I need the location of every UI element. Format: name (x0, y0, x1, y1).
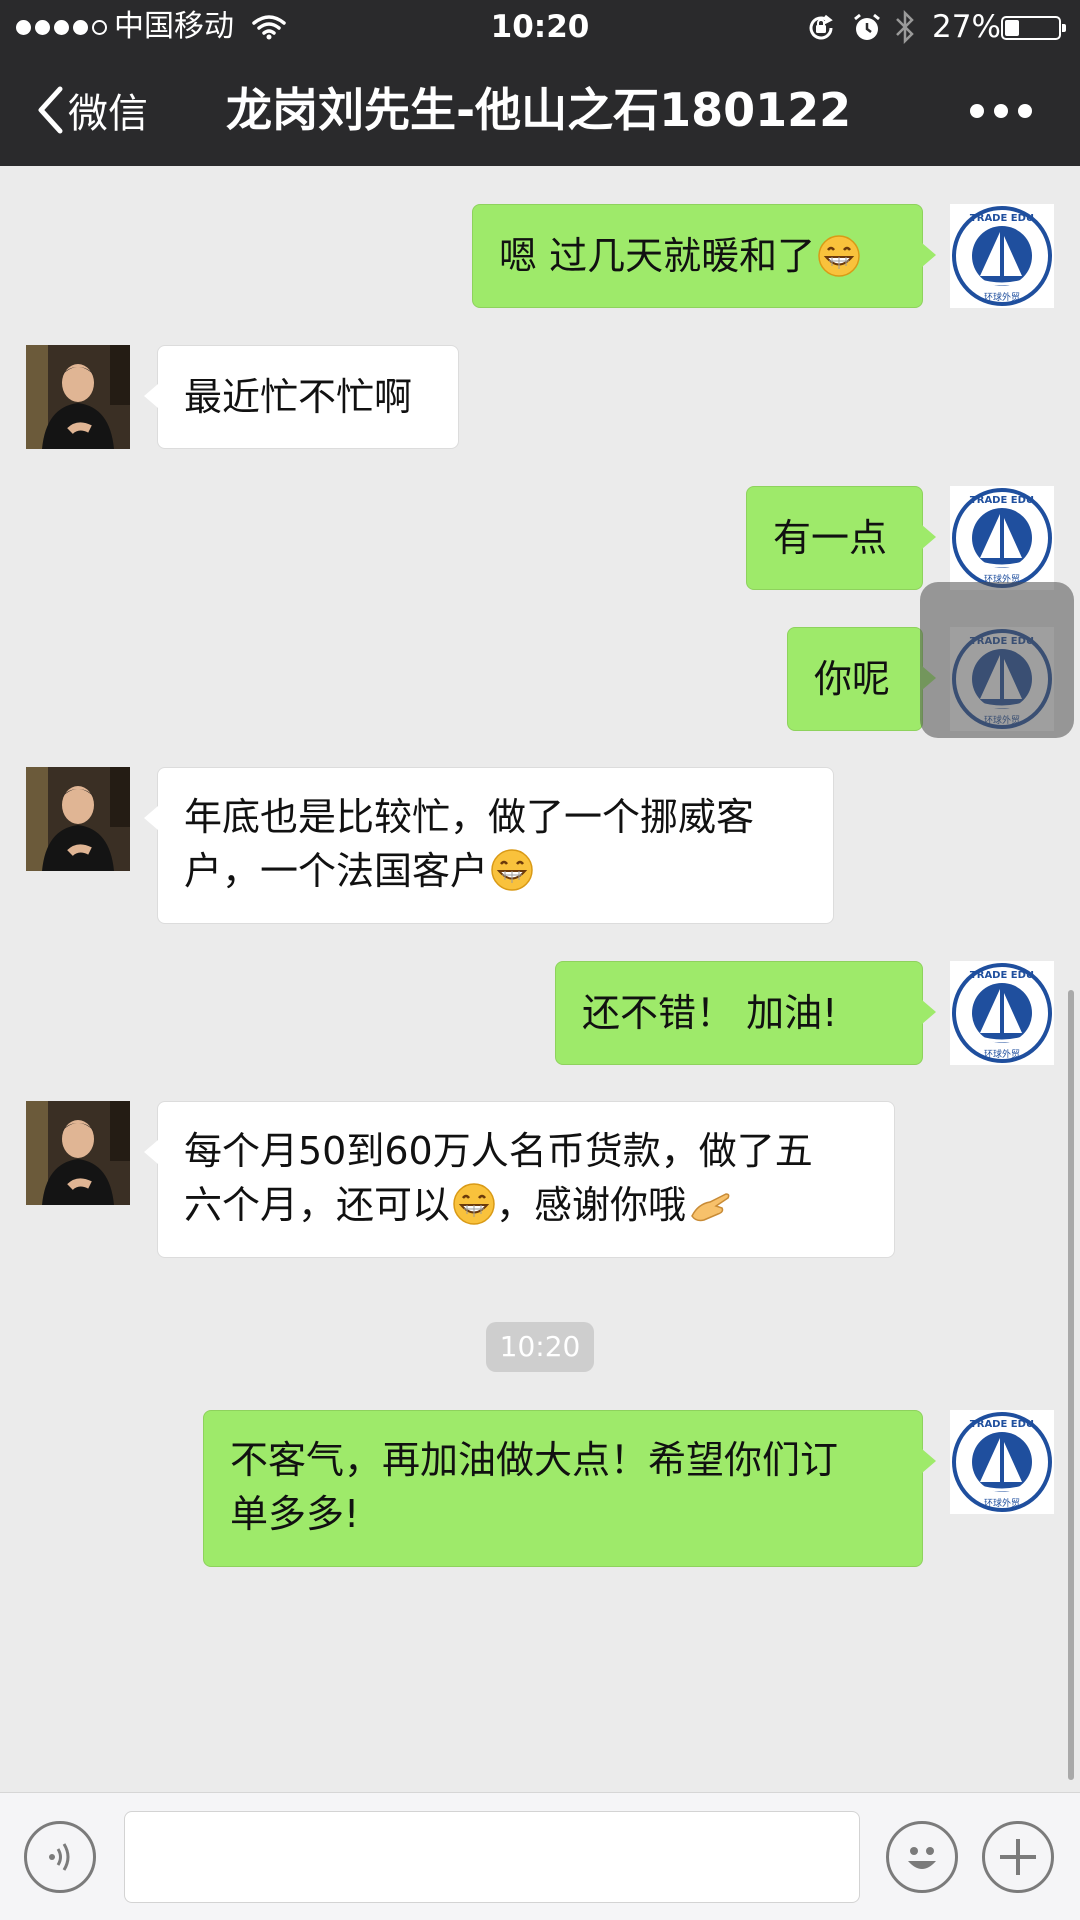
message-text-line: 单多多! (230, 1492, 360, 1536)
message-text: 你呢 (814, 657, 891, 701)
input-bar (0, 1792, 1080, 1920)
my-avatar[interactable] (950, 204, 1054, 308)
message-text-line: 六个月，还可以 ，感谢你哦 (184, 1178, 868, 1232)
message-text: 嗯 过几天就暖和了 (499, 234, 816, 278)
message-text-line: 每个月50到60万人名币货款，做了五 (184, 1129, 813, 1173)
status-time: 10:20 (490, 9, 590, 45)
my-avatar[interactable] (950, 486, 1054, 590)
message-text-line: 户，一个法国客户 (184, 844, 807, 898)
chat-scrollbar[interactable] (1068, 990, 1074, 1780)
message-bubble-self[interactable]: 不客气，再加油做大点！希望你们订 单多多! (203, 1410, 936, 1567)
back-button[interactable]: 微信 (36, 80, 148, 140)
battery-percentage: 27% (932, 9, 1001, 45)
message-text-line: 年底也是比较忙，做了一个挪威客 (184, 795, 755, 839)
grinning-face-emoji-icon (817, 234, 861, 278)
status-bar: 中国移动 10:20 27% (0, 0, 1080, 54)
chat-title: 龙岗刘先生-他山之石180122 (226, 83, 852, 137)
message-bubble-other[interactable]: 最近忙不忙啊 (144, 345, 459, 449)
navigation-bar: 微信 龙岗刘先生-他山之石180122 (0, 54, 1080, 166)
chevron-left-icon (38, 86, 63, 134)
contact-avatar[interactable] (26, 345, 130, 449)
battery-icon (1001, 16, 1066, 40)
message-timestamp: 10:20 (486, 1322, 594, 1372)
message-bubble-self[interactable]: 有一点 (746, 486, 936, 590)
contact-avatar[interactable] (26, 1101, 130, 1205)
message-bubble-other[interactable]: 年底也是比较忙，做了一个挪威客 户，一个法国客户 (144, 767, 834, 924)
message-bubble-self[interactable]: 你呢 (787, 627, 936, 731)
emoji-button[interactable] (886, 1821, 958, 1893)
message-input[interactable] (124, 1811, 860, 1903)
message-text: 有一点 (773, 516, 888, 560)
message-text: 还不错！ 加油! (582, 991, 838, 1035)
more-options-button[interactable] (970, 104, 1032, 118)
grinning-face-emoji-icon (490, 848, 534, 892)
contact-avatar[interactable] (26, 767, 130, 871)
bluetooth-icon (896, 10, 914, 44)
message-bubble-other[interactable]: 每个月50到60万人名币货款，做了五 六个月，还可以 ，感谢你哦 (144, 1101, 895, 1258)
avatar-pressed-highlight (920, 582, 1074, 738)
alarm-icon (854, 13, 880, 40)
more-functions-button[interactable] (982, 1821, 1054, 1893)
back-label: 微信 (68, 91, 148, 137)
my-avatar[interactable] (950, 1410, 1054, 1514)
smiley-icon (908, 1847, 936, 1869)
message-bubble-self[interactable]: 嗯 过几天就暖和了 (472, 204, 936, 308)
grinning-face-emoji-icon (452, 1182, 496, 1226)
message-bubble-self[interactable]: 还不错！ 加油! (555, 961, 936, 1065)
plus-icon (1000, 1839, 1036, 1875)
top-bar: 中国移动 10:20 27% 微信 龙岗刘先生-他山之石180122 (0, 0, 1080, 166)
voice-icon (49, 1843, 70, 1871)
pointing-hand-emoji-icon (691, 1193, 730, 1222)
my-avatar[interactable] (950, 961, 1054, 1065)
message-text: 最近忙不忙啊 (184, 375, 413, 419)
message-text-line: 不客气，再加油做大点！希望你们订 (230, 1438, 839, 1482)
voice-input-button[interactable] (24, 1821, 96, 1893)
rotation-lock-icon (809, 14, 833, 40)
